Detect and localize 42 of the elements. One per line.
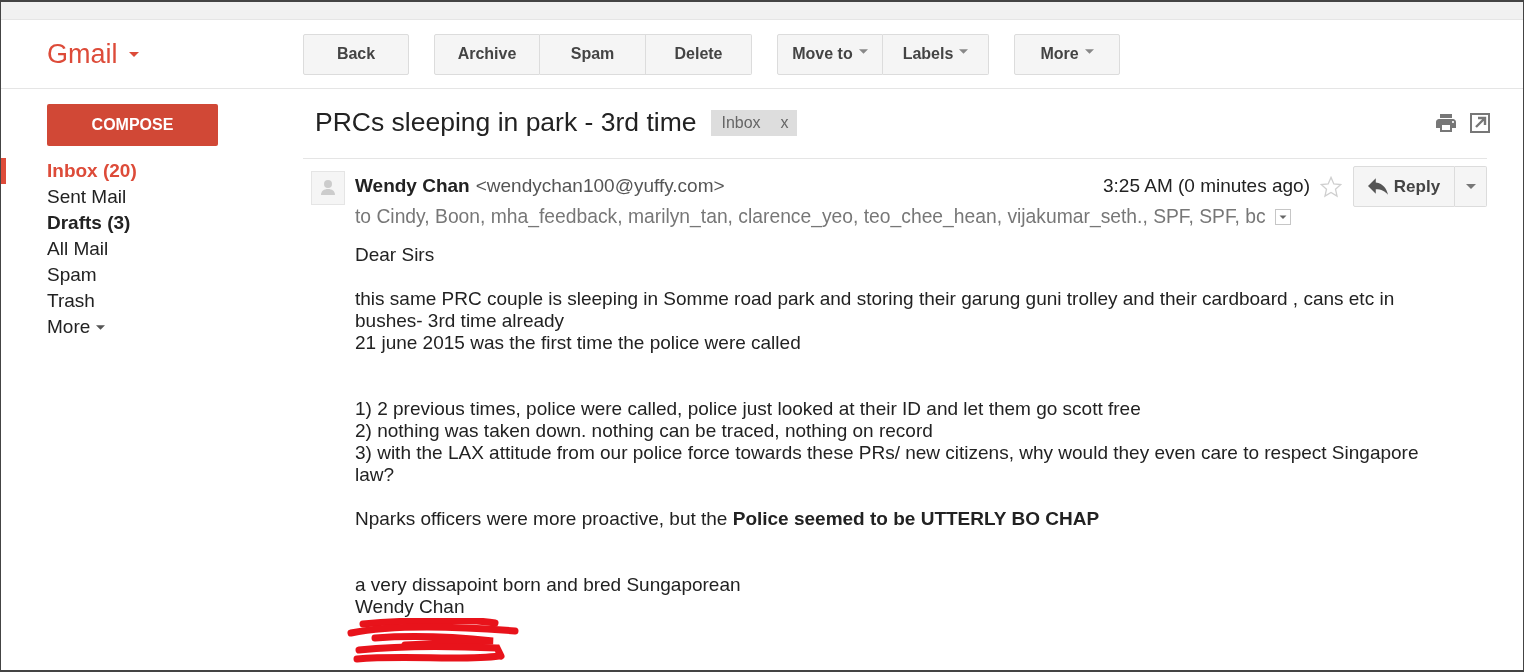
sidebar-item[interactable]: Trash [1, 288, 303, 314]
remove-label-button[interactable]: x [780, 111, 789, 135]
sidebar-item[interactable]: Spam [1, 262, 303, 288]
sidebar-item[interactable]: More [1, 314, 303, 340]
toolbar-button[interactable]: More [1014, 33, 1120, 75]
body-text: 2) nothing was taken down. nothing can be traced, nothing on record [355, 420, 934, 442]
toolbar-button[interactable]: Move to [777, 33, 883, 75]
app-switcher-button[interactable]: Gmail [47, 40, 139, 68]
reply-button[interactable]: Reply [1353, 166, 1455, 207]
sender-email: <wendychan100@yuffy.com> [475, 174, 725, 199]
message-time: 3:25 AM (0 minutes ago) [1103, 174, 1310, 199]
compose-button[interactable]: COMPOSE [47, 104, 218, 146]
label-name: Inbox [721, 113, 761, 133]
caret-icon [1465, 184, 1476, 189]
toolbar-button[interactable]: Archive [434, 33, 540, 75]
print-icon[interactable] [1436, 114, 1456, 132]
body-text: 1) 2 previous times, police were called, police just looked at their ID and let them go scott free [355, 398, 1142, 420]
body-text: this same PRC couple is sleeping in Somme road park and storing their garung guni trolley and their cardboard , cans etc in bushes- 3rd time already [355, 288, 1396, 332]
toolbar-button[interactable]: Delete [646, 33, 752, 75]
body-text: a very dissapoint born and bred Sungaporean [355, 574, 742, 596]
sidebar-item[interactable]: All Mail [1, 236, 303, 262]
body-text: Nparks officers were more proactive, but the Police seemed to be UTTERLY BO CHAP [355, 508, 1101, 530]
body-text: Dear Sirs [355, 244, 436, 266]
caret-icon [128, 51, 139, 57]
reply-menu-button[interactable] [1455, 166, 1487, 207]
toolbar-button[interactable]: Back [303, 33, 409, 75]
sidebar-item[interactable]: Sent Mail [1, 184, 303, 210]
sidebar-item[interactable]: Inbox (20) [1, 158, 303, 184]
reply-icon [1367, 178, 1388, 195]
body-text: Wendy Chan [355, 596, 466, 618]
toolbar-button[interactable]: Spam [540, 33, 646, 75]
body-text: 21 june 2015 was the first time the police were called [355, 332, 802, 354]
sidebar-item[interactable]: Drafts (3) [1, 210, 303, 236]
star-icon[interactable] [1320, 175, 1342, 198]
show-details-icon[interactable] [1274, 209, 1291, 225]
open-in-new-window-icon[interactable] [1470, 113, 1490, 133]
avatar-icon [311, 171, 345, 205]
recipients-text: to Cindy, Boon, mha_feedback, marilyn_tan, clarence_yeo, teo_chee_hean, vijakumar_seth., SPF, SPF, bc [355, 207, 1266, 227]
toolbar-button[interactable]: Labels [883, 33, 989, 75]
body-text: 3) with the LAX attitude from our police force towards these PRs/ new citizens, why would they even care to respect Singapore law? [355, 442, 1420, 486]
email-subject: PRCs sleeping in park - 3rd time [315, 106, 697, 140]
sender-name: Wendy Chan [355, 174, 470, 199]
